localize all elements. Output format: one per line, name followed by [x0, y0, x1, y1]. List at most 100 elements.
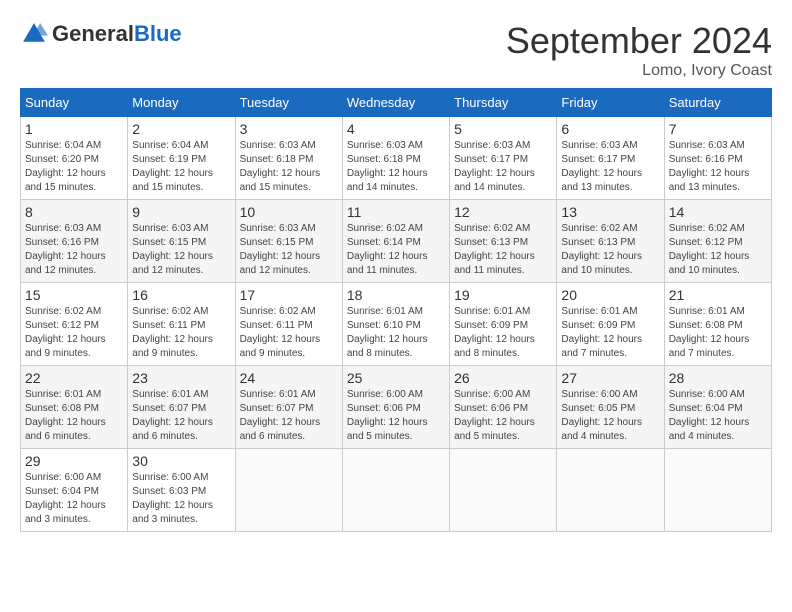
header-saturday: Saturday [664, 89, 771, 117]
day-number-18: 18 [347, 287, 445, 303]
header-wednesday: Wednesday [342, 89, 449, 117]
logo-general: General [52, 21, 134, 46]
day-number-30: 30 [132, 453, 230, 469]
day-cell-18: 18 Sunrise: 6:01 AM Sunset: 6:10 PM Dayl… [342, 283, 449, 366]
location: Lomo, Ivory Coast [506, 62, 772, 80]
week-row-1: 1 Sunrise: 6:04 AM Sunset: 6:20 PM Dayli… [21, 117, 772, 200]
day-cell-11: 11 Sunrise: 6:02 AM Sunset: 6:14 PM Dayl… [342, 200, 449, 283]
month-title: September 2024 [506, 20, 772, 62]
logo-blue: Blue [134, 21, 182, 46]
day-number-22: 22 [25, 370, 123, 386]
day-content-6: Sunrise: 6:03 AM Sunset: 6:17 PM Dayligh… [561, 139, 659, 195]
day-cell-12: 12 Sunrise: 6:02 AM Sunset: 6:13 PM Dayl… [450, 200, 557, 283]
day-cell-20: 20 Sunrise: 6:01 AM Sunset: 6:09 PM Dayl… [557, 283, 664, 366]
day-cell-6: 6 Sunrise: 6:03 AM Sunset: 6:17 PM Dayli… [557, 117, 664, 200]
day-content-22: Sunrise: 6:01 AM Sunset: 6:08 PM Dayligh… [25, 388, 123, 444]
day-content-16: Sunrise: 6:02 AM Sunset: 6:11 PM Dayligh… [132, 305, 230, 361]
day-cell-8: 8 Sunrise: 6:03 AM Sunset: 6:16 PM Dayli… [21, 200, 128, 283]
day-number-8: 8 [25, 204, 123, 220]
header-sunday: Sunday [21, 89, 128, 117]
week-row-2: 8 Sunrise: 6:03 AM Sunset: 6:16 PM Dayli… [21, 200, 772, 283]
day-content-19: Sunrise: 6:01 AM Sunset: 6:09 PM Dayligh… [454, 305, 552, 361]
header-tuesday: Tuesday [235, 89, 342, 117]
day-cell-24: 24 Sunrise: 6:01 AM Sunset: 6:07 PM Dayl… [235, 366, 342, 449]
day-content-28: Sunrise: 6:00 AM Sunset: 6:04 PM Dayligh… [669, 388, 767, 444]
day-content-8: Sunrise: 6:03 AM Sunset: 6:16 PM Dayligh… [25, 222, 123, 278]
day-content-12: Sunrise: 6:02 AM Sunset: 6:13 PM Dayligh… [454, 222, 552, 278]
day-content-15: Sunrise: 6:02 AM Sunset: 6:12 PM Dayligh… [25, 305, 123, 361]
day-number-15: 15 [25, 287, 123, 303]
day-cell-17: 17 Sunrise: 6:02 AM Sunset: 6:11 PM Dayl… [235, 283, 342, 366]
day-cell-16: 16 Sunrise: 6:02 AM Sunset: 6:11 PM Dayl… [128, 283, 235, 366]
day-cell-29: 29 Sunrise: 6:00 AM Sunset: 6:04 PM Dayl… [21, 449, 128, 532]
day-content-3: Sunrise: 6:03 AM Sunset: 6:18 PM Dayligh… [240, 139, 338, 195]
day-content-27: Sunrise: 6:00 AM Sunset: 6:05 PM Dayligh… [561, 388, 659, 444]
day-number-28: 28 [669, 370, 767, 386]
page-header: GeneralBlue September 2024 Lomo, Ivory C… [20, 20, 772, 80]
week-row-3: 15 Sunrise: 6:02 AM Sunset: 6:12 PM Dayl… [21, 283, 772, 366]
day-number-4: 4 [347, 121, 445, 137]
day-content-18: Sunrise: 6:01 AM Sunset: 6:10 PM Dayligh… [347, 305, 445, 361]
day-content-20: Sunrise: 6:01 AM Sunset: 6:09 PM Dayligh… [561, 305, 659, 361]
day-number-7: 7 [669, 121, 767, 137]
day-content-25: Sunrise: 6:00 AM Sunset: 6:06 PM Dayligh… [347, 388, 445, 444]
day-number-27: 27 [561, 370, 659, 386]
day-cell-10: 10 Sunrise: 6:03 AM Sunset: 6:15 PM Dayl… [235, 200, 342, 283]
logo: GeneralBlue [20, 20, 182, 48]
empty-cell-4-2 [235, 449, 342, 532]
empty-cell-4-3 [342, 449, 449, 532]
empty-cell-4-4 [450, 449, 557, 532]
day-content-4: Sunrise: 6:03 AM Sunset: 6:18 PM Dayligh… [347, 139, 445, 195]
week-row-5: 29 Sunrise: 6:00 AM Sunset: 6:04 PM Dayl… [21, 449, 772, 532]
day-cell-19: 19 Sunrise: 6:01 AM Sunset: 6:09 PM Dayl… [450, 283, 557, 366]
day-content-30: Sunrise: 6:00 AM Sunset: 6:03 PM Dayligh… [132, 471, 230, 527]
week-row-4: 22 Sunrise: 6:01 AM Sunset: 6:08 PM Dayl… [21, 366, 772, 449]
day-number-20: 20 [561, 287, 659, 303]
logo-icon [20, 20, 48, 48]
day-number-25: 25 [347, 370, 445, 386]
day-number-2: 2 [132, 121, 230, 137]
day-content-10: Sunrise: 6:03 AM Sunset: 6:15 PM Dayligh… [240, 222, 338, 278]
day-number-5: 5 [454, 121, 552, 137]
day-content-11: Sunrise: 6:02 AM Sunset: 6:14 PM Dayligh… [347, 222, 445, 278]
day-number-19: 19 [454, 287, 552, 303]
day-cell-15: 15 Sunrise: 6:02 AM Sunset: 6:12 PM Dayl… [21, 283, 128, 366]
header-monday: Monday [128, 89, 235, 117]
day-cell-26: 26 Sunrise: 6:00 AM Sunset: 6:06 PM Dayl… [450, 366, 557, 449]
day-cell-2: 2 Sunrise: 6:04 AM Sunset: 6:19 PM Dayli… [128, 117, 235, 200]
day-content-7: Sunrise: 6:03 AM Sunset: 6:16 PM Dayligh… [669, 139, 767, 195]
day-number-23: 23 [132, 370, 230, 386]
day-content-21: Sunrise: 6:01 AM Sunset: 6:08 PM Dayligh… [669, 305, 767, 361]
day-cell-7: 7 Sunrise: 6:03 AM Sunset: 6:16 PM Dayli… [664, 117, 771, 200]
day-number-1: 1 [25, 121, 123, 137]
day-content-9: Sunrise: 6:03 AM Sunset: 6:15 PM Dayligh… [132, 222, 230, 278]
day-cell-13: 13 Sunrise: 6:02 AM Sunset: 6:13 PM Dayl… [557, 200, 664, 283]
day-content-29: Sunrise: 6:00 AM Sunset: 6:04 PM Dayligh… [25, 471, 123, 527]
day-cell-5: 5 Sunrise: 6:03 AM Sunset: 6:17 PM Dayli… [450, 117, 557, 200]
day-content-2: Sunrise: 6:04 AM Sunset: 6:19 PM Dayligh… [132, 139, 230, 195]
empty-cell-4-6 [664, 449, 771, 532]
calendar-table: Sunday Monday Tuesday Wednesday Thursday… [20, 88, 772, 532]
day-content-5: Sunrise: 6:03 AM Sunset: 6:17 PM Dayligh… [454, 139, 552, 195]
day-content-1: Sunrise: 6:04 AM Sunset: 6:20 PM Dayligh… [25, 139, 123, 195]
day-cell-1: 1 Sunrise: 6:04 AM Sunset: 6:20 PM Dayli… [21, 117, 128, 200]
day-cell-9: 9 Sunrise: 6:03 AM Sunset: 6:15 PM Dayli… [128, 200, 235, 283]
day-cell-4: 4 Sunrise: 6:03 AM Sunset: 6:18 PM Dayli… [342, 117, 449, 200]
day-number-29: 29 [25, 453, 123, 469]
header-friday: Friday [557, 89, 664, 117]
day-cell-21: 21 Sunrise: 6:01 AM Sunset: 6:08 PM Dayl… [664, 283, 771, 366]
day-number-26: 26 [454, 370, 552, 386]
weekday-header-row: Sunday Monday Tuesday Wednesday Thursday… [21, 89, 772, 117]
day-number-14: 14 [669, 204, 767, 220]
day-cell-27: 27 Sunrise: 6:00 AM Sunset: 6:05 PM Dayl… [557, 366, 664, 449]
day-number-11: 11 [347, 204, 445, 220]
day-cell-28: 28 Sunrise: 6:00 AM Sunset: 6:04 PM Dayl… [664, 366, 771, 449]
day-number-24: 24 [240, 370, 338, 386]
day-cell-3: 3 Sunrise: 6:03 AM Sunset: 6:18 PM Dayli… [235, 117, 342, 200]
day-content-13: Sunrise: 6:02 AM Sunset: 6:13 PM Dayligh… [561, 222, 659, 278]
day-number-9: 9 [132, 204, 230, 220]
day-number-16: 16 [132, 287, 230, 303]
day-content-23: Sunrise: 6:01 AM Sunset: 6:07 PM Dayligh… [132, 388, 230, 444]
day-cell-22: 22 Sunrise: 6:01 AM Sunset: 6:08 PM Dayl… [21, 366, 128, 449]
day-number-10: 10 [240, 204, 338, 220]
